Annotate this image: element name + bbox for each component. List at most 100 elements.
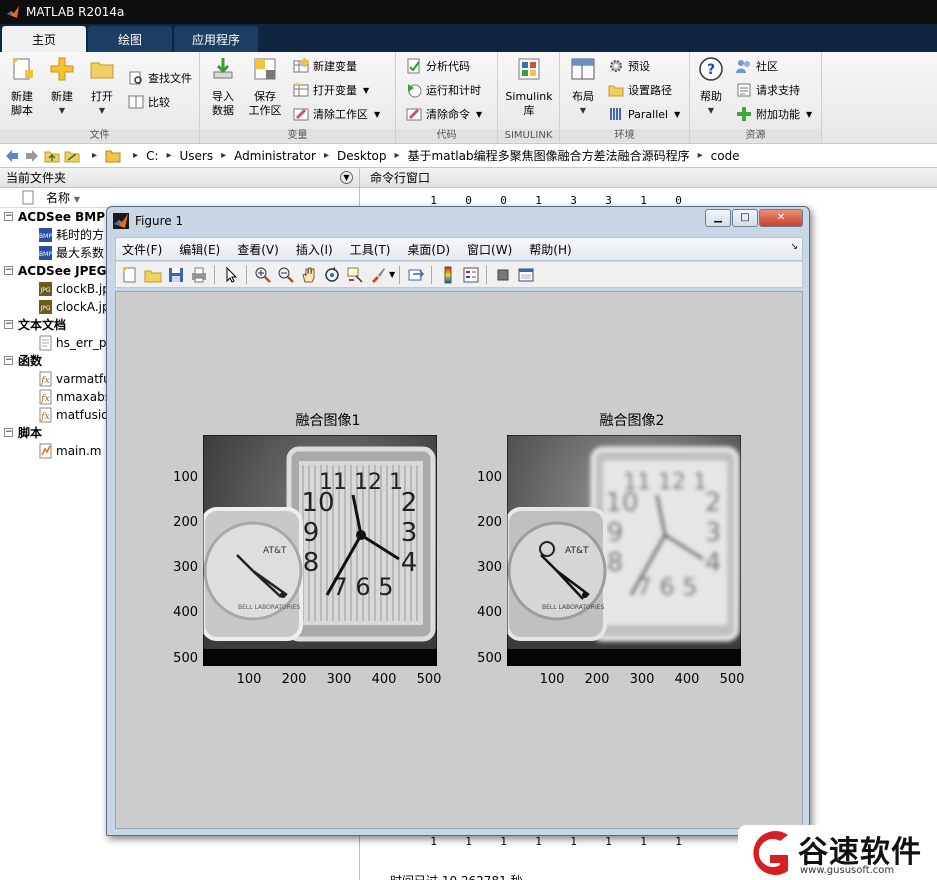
breadcrumb-c[interactable]: C: xyxy=(146,149,158,163)
collapse-icon[interactable]: − xyxy=(4,356,13,365)
rotate-3d-icon[interactable] xyxy=(323,266,341,284)
xtick-label: 500 xyxy=(719,672,745,687)
clear-workspace-button[interactable]: 清除工作区 ▼ xyxy=(293,104,380,124)
run-and-time-button[interactable]: 运行和计时 xyxy=(406,80,481,100)
menu-help[interactable]: 帮助(H) xyxy=(529,241,571,258)
jpg-icon: JPG xyxy=(39,300,52,314)
pointer-icon[interactable] xyxy=(222,266,240,284)
environment-group: 布局 ▼ 预设 设置路径 Parallel ▼ 环境 xyxy=(560,52,690,144)
script-file-icon xyxy=(39,443,52,459)
svg-text:AT&T: AT&T xyxy=(565,546,589,556)
open-button[interactable]: 打开 ▼ xyxy=(83,56,121,118)
zoom-out-icon[interactable] xyxy=(277,266,295,284)
layout-button[interactable]: 布局 ▼ xyxy=(564,56,602,118)
up-folder-icon[interactable] xyxy=(44,148,60,164)
panel-menu-icon[interactable]: ▼ xyxy=(340,171,353,184)
figure-window[interactable]: Figure 1 ▁ □ ✕ 文件(F) 编辑(E) 查看(V) 插入(I) 工… xyxy=(106,206,810,836)
figure-canvas[interactable]: 融合图像1 11 12 1 10 2 9 3 8 4 7 6 5 AT&T BE… xyxy=(115,291,803,829)
xtick-label: 200 xyxy=(584,672,610,687)
close-button[interactable]: ✕ xyxy=(759,209,803,227)
breadcrumb-users[interactable]: Users xyxy=(180,149,214,163)
ytick-label: 200 xyxy=(477,515,502,530)
forward-icon[interactable] xyxy=(24,148,40,164)
minimize-button[interactable]: ▁ xyxy=(705,209,731,227)
menu-view[interactable]: 查看(V) xyxy=(237,241,279,258)
new-button[interactable]: 新建 ▼ xyxy=(43,56,81,118)
preferences-button[interactable]: 预设 xyxy=(608,56,650,76)
save-workspace-icon xyxy=(254,58,276,80)
tab-apps[interactable]: 应用程序 xyxy=(174,26,259,52)
figure-title: Figure 1 xyxy=(135,214,184,228)
ribbon: 新建 脚本 新建 ▼ 打开 ▼ 查找文件 比较 文件 导入 数据 保存 工作区 … xyxy=(0,52,937,144)
collapse-icon[interactable]: − xyxy=(4,320,13,329)
breadcrumb-code[interactable]: code xyxy=(711,149,740,163)
breadcrumb-administrator[interactable]: Administrator xyxy=(234,149,316,163)
analyze-code-button[interactable]: 分析代码 xyxy=(406,56,470,76)
help-button[interactable]: ? 帮助 ▼ xyxy=(692,56,730,118)
svg-text:fx: fx xyxy=(40,394,49,404)
tab-plots[interactable]: 绘图 xyxy=(88,26,172,52)
folder-icon xyxy=(105,150,121,162)
pan-hand-icon[interactable] xyxy=(300,266,318,284)
show-plot-tools-icon[interactable] xyxy=(517,266,535,284)
new-figure-icon[interactable] xyxy=(121,266,139,284)
collapse-icon[interactable]: − xyxy=(4,266,13,275)
add-ons-button[interactable]: 附加功能 ▼ xyxy=(736,104,812,124)
svg-text:BMP: BMP xyxy=(39,251,52,258)
compare-button[interactable]: 比较 xyxy=(128,92,170,112)
dock-arrow-icon[interactable]: ↘ xyxy=(790,242,798,252)
name-column-header[interactable]: 名称 ▼ xyxy=(0,188,359,208)
print-icon[interactable] xyxy=(190,266,208,284)
menu-edit[interactable]: 编辑(E) xyxy=(179,241,220,258)
import-data-icon xyxy=(213,58,233,79)
axes2-title: 融合图像2 xyxy=(599,413,665,429)
menu-desktop[interactable]: 桌面(D) xyxy=(407,241,450,258)
link-plot-icon[interactable] xyxy=(407,266,425,284)
chevron-down-icon: ▼ xyxy=(476,109,483,119)
maximize-button[interactable]: □ xyxy=(732,209,758,227)
ribbon-tabs: 主页 绘图 应用程序 xyxy=(0,24,937,52)
save-icon[interactable] xyxy=(167,266,185,284)
ytick-label: 100 xyxy=(173,470,198,485)
sort-down-icon: ▼ xyxy=(73,195,80,204)
clear-commands-button[interactable]: 清除命令 ▼ xyxy=(406,104,482,124)
back-icon[interactable] xyxy=(4,148,20,164)
menu-window[interactable]: 窗口(W) xyxy=(467,241,512,258)
menu-insert[interactable]: 插入(I) xyxy=(296,241,333,258)
request-support-button[interactable]: 请求支持 xyxy=(736,80,800,100)
collapse-icon[interactable]: − xyxy=(4,428,13,437)
set-path-button[interactable]: 设置路径 xyxy=(608,80,672,100)
ytick-label: 400 xyxy=(477,605,502,620)
menu-tools[interactable]: 工具(T) xyxy=(350,241,391,258)
collapse-icon[interactable]: − xyxy=(4,212,13,221)
new-script-button[interactable]: 新建 脚本 xyxy=(3,56,41,118)
parallel-button[interactable]: Parallel ▼ xyxy=(608,104,680,124)
find-files-button[interactable]: 查找文件 xyxy=(128,68,192,88)
file-group: 新建 脚本 新建 ▼ 打开 ▼ 查找文件 比较 文件 xyxy=(0,52,200,144)
figure-titlebar[interactable]: Figure 1 ▁ □ ✕ xyxy=(107,207,809,235)
new-variable-icon xyxy=(293,58,309,73)
simulink-library-button[interactable]: Simulink 库 xyxy=(502,56,556,118)
new-script-icon xyxy=(13,58,33,80)
new-variable-button[interactable]: 新建变量 xyxy=(293,56,357,76)
import-data-button[interactable]: 导入 数据 xyxy=(204,56,242,118)
data-cursor-icon[interactable] xyxy=(346,266,364,284)
tab-home[interactable]: 主页 xyxy=(2,26,86,52)
xtick-label: 300 xyxy=(326,672,352,687)
chevron-down-icon[interactable]: ▼ xyxy=(389,270,395,279)
zoom-in-icon[interactable] xyxy=(254,266,272,284)
browse-folder-icon[interactable] xyxy=(64,148,80,164)
save-workspace-button[interactable]: 保存 工作区 xyxy=(246,56,284,118)
colorbar-icon[interactable] xyxy=(439,266,457,284)
menu-file[interactable]: 文件(F) xyxy=(122,241,162,258)
open-file-icon[interactable] xyxy=(144,266,162,284)
community-button[interactable]: 社区 xyxy=(736,56,778,76)
svg-text:BMP: BMP xyxy=(39,233,52,240)
brush-icon[interactable] xyxy=(369,266,387,284)
legend-icon[interactable] xyxy=(462,266,480,284)
breadcrumb-project-folder[interactable]: 基于matlab编程多聚焦图像融合方差法融合源码程序 xyxy=(408,147,690,164)
open-variable-button[interactable]: 打开变量 ▼ xyxy=(293,80,369,100)
hide-plot-tools-icon[interactable] xyxy=(494,266,512,284)
clear-workspace-icon xyxy=(293,108,309,121)
breadcrumb-desktop[interactable]: Desktop xyxy=(337,149,387,163)
